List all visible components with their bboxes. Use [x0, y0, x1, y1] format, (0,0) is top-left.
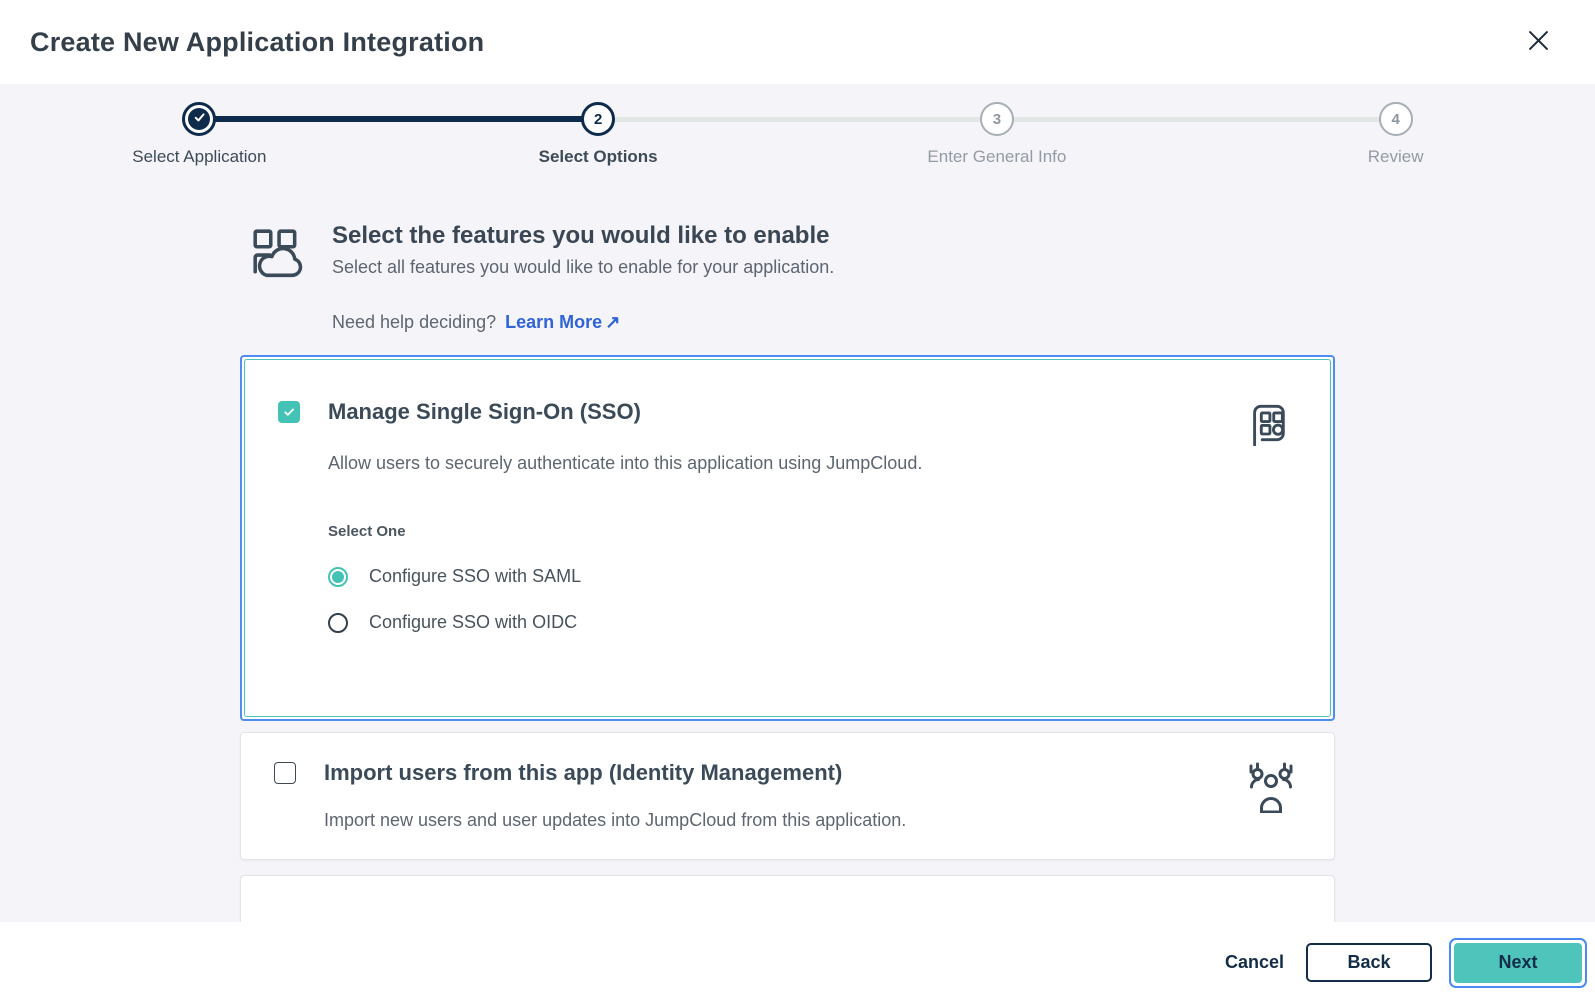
- help-prompt: Need help deciding?: [332, 312, 496, 332]
- feature-card-partial: [240, 875, 1335, 922]
- close-icon: [1525, 27, 1552, 57]
- help-row: Need help deciding? Learn More↗: [240, 312, 1335, 333]
- modal-header: Create New Application Integration: [0, 0, 1595, 84]
- radio-label: Configure SSO with OIDC: [369, 612, 577, 633]
- modal-title: Create New Application Integration: [30, 27, 484, 58]
- learn-more-link[interactable]: Learn More↗: [505, 312, 620, 332]
- step-3-label: Enter General Info: [927, 147, 1066, 167]
- next-button[interactable]: Next: [1454, 943, 1582, 983]
- step-3-circle: 3: [980, 102, 1014, 136]
- section-heading: Select the features you would like to en…: [332, 222, 834, 250]
- back-button[interactable]: Back: [1306, 943, 1432, 982]
- radio-label: Configure SSO with SAML: [369, 566, 581, 587]
- sso-apps-icon: [1246, 400, 1290, 451]
- step-4-circle: 4: [1379, 102, 1413, 136]
- create-application-integration-modal: Create New Application Integration: [0, 0, 1595, 1003]
- identity-card-title: Import users from this app (Identity Man…: [324, 759, 1248, 787]
- step-4-label: Review: [1368, 147, 1424, 167]
- section-subheading: Select all features you would like to en…: [332, 257, 834, 278]
- step-2-circle: 2: [581, 102, 615, 136]
- identity-users-icon: [1248, 761, 1294, 818]
- identity-card-description: Import new users and user updates into J…: [324, 810, 1248, 831]
- sso-card-title: Manage Single Sign-On (SSO): [328, 398, 1246, 426]
- modal-footer: Cancel Back Next: [0, 922, 1595, 1003]
- radio-button[interactable]: [328, 613, 348, 633]
- select-one-label: Select One: [328, 523, 1246, 540]
- intro-section: Select the features you would like to en…: [240, 222, 1335, 285]
- step-enter-general-info: 3 Enter General Info: [798, 102, 1197, 167]
- sso-card-description: Allow users to securely authenticate int…: [328, 453, 1246, 474]
- external-link-icon: ↗: [605, 312, 620, 332]
- radio-button[interactable]: [328, 567, 348, 587]
- wizard-stepper: Select Application 2 Select Options 3 En…: [0, 84, 1595, 196]
- step-1-circle: [182, 102, 216, 136]
- close-button[interactable]: [1521, 25, 1555, 59]
- feature-card-sso: Manage Single Sign-On (SSO) Allow users …: [240, 355, 1335, 721]
- identity-management-checkbox[interactable]: [274, 762, 296, 784]
- cloud-apps-icon: [250, 226, 304, 285]
- next-button-focus-ring: Next: [1449, 938, 1587, 988]
- check-icon: [282, 405, 296, 419]
- feature-card-identity-management: Import users from this app (Identity Man…: [240, 732, 1335, 860]
- radio-configure-sso-oidc[interactable]: Configure SSO with OIDC: [328, 612, 1246, 633]
- check-icon: [192, 110, 207, 129]
- sso-checkbox[interactable]: [278, 401, 300, 423]
- step-select-application[interactable]: Select Application: [0, 102, 399, 167]
- cancel-button[interactable]: Cancel: [1215, 944, 1294, 981]
- step-select-options[interactable]: 2 Select Options: [399, 102, 798, 167]
- step-2-label: Select Options: [539, 147, 658, 167]
- modal-body: Select Application 2 Select Options 3 En…: [0, 84, 1595, 922]
- radio-configure-sso-saml[interactable]: Configure SSO with SAML: [328, 566, 1246, 587]
- step-review: 4 Review: [1196, 102, 1595, 167]
- step-1-label: Select Application: [132, 147, 266, 167]
